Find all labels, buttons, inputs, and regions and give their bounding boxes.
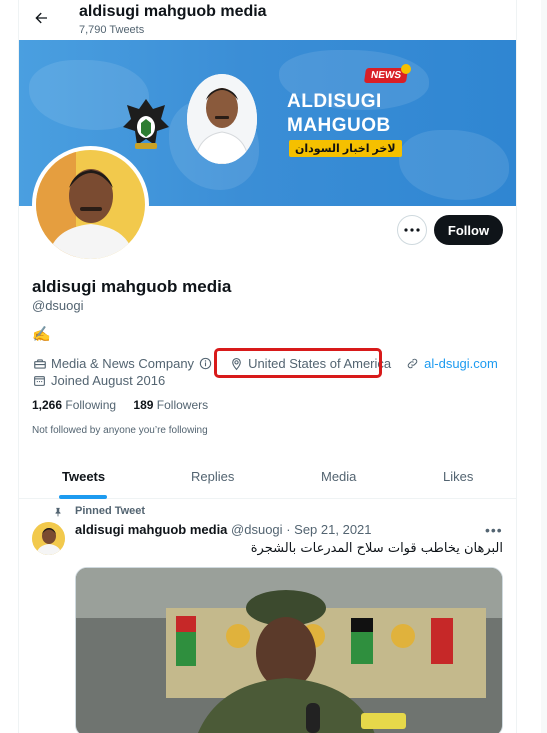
not-followed-note: Not followed by anyone you’re following <box>32 425 208 436</box>
follow-button[interactable]: Follow <box>434 215 503 245</box>
profile-bio: ✍️ <box>32 326 51 343</box>
tweet-avatar-portrait-icon <box>32 522 65 555</box>
tab-tweets[interactable]: Tweets <box>62 469 105 484</box>
news-badge-dot <box>401 64 411 74</box>
tweet-author-avatar[interactable] <box>32 522 65 555</box>
profile-handle: @dsuogi <box>32 298 84 313</box>
banner-subtitle: لاخر اخبار السودان <box>289 140 402 157</box>
location-highlight-box <box>214 348 382 378</box>
banner-title-line1: ALDISUGI <box>287 91 382 112</box>
banner-map-shape <box>399 130 509 200</box>
followers-label: Followers <box>156 398 209 412</box>
tweet-more-button[interactable]: ••• <box>485 522 503 538</box>
banner-title: ALDISUGI MAHGUOB <box>287 90 391 138</box>
profile-header-bar: aldisugi mahguob media 7,790 Tweets <box>19 0 516 40</box>
following-stat[interactable]: 1,266 Following <box>32 398 116 412</box>
banner-title-line2: MAHGUOB <box>287 115 391 136</box>
profile-display-name: aldisugi mahguob media <box>32 277 232 296</box>
profile-column: aldisugi mahguob media 7,790 Tweets ALDI… <box>18 0 516 733</box>
ellipsis-icon <box>404 228 420 232</box>
left-gutter <box>0 0 18 733</box>
more-options-button[interactable] <box>397 215 427 245</box>
person-portrait-icon <box>187 74 257 164</box>
profile-tabs: Tweets Replies Media Likes <box>19 455 516 499</box>
following-count: 1,266 <box>32 398 63 412</box>
emblem-icon <box>123 99 169 149</box>
back-button[interactable] <box>29 6 53 30</box>
followers-count: 189 <box>133 398 154 412</box>
profile-category: Media & News Company <box>51 356 195 371</box>
tab-likes[interactable]: Likes <box>443 469 473 484</box>
info-icon[interactable] <box>198 356 213 371</box>
profile-joined-row: Joined August 2016 <box>32 373 165 388</box>
tweet-media-image[interactable] <box>75 567 503 733</box>
tweet-header: aldisugi mahguob media @dsuogi · Sep 21,… <box>75 522 372 537</box>
followers-stat[interactable]: 189 Followers <box>133 398 208 412</box>
sidebar-edge <box>541 0 547 733</box>
briefcase-icon <box>32 356 47 371</box>
calendar-icon <box>32 373 47 388</box>
active-tab-indicator <box>59 495 107 499</box>
header-display-name: aldisugi mahguob media <box>79 3 267 20</box>
tweet-text: البرهان يخاطب قوات سلاح المدرعات بالشجرة <box>250 541 503 556</box>
pinned-label: Pinned Tweet <box>75 505 146 517</box>
link-icon <box>405 356 420 371</box>
pin-icon <box>55 507 61 517</box>
tab-media[interactable]: Media <box>321 469 356 484</box>
profile-website-link[interactable]: al-dsugi.com <box>424 356 498 371</box>
tab-replies[interactable]: Replies <box>191 469 234 484</box>
tweet-photo <box>76 568 502 733</box>
tweet-author-handle[interactable]: @dsuogi <box>231 522 283 537</box>
tweet-separator: · <box>286 522 291 537</box>
tweet-author-name[interactable]: aldisugi mahguob media <box>75 522 227 537</box>
tweet-date[interactable]: Sep 21, 2021 <box>294 522 371 537</box>
avatar-portrait-icon <box>36 150 145 259</box>
banner-portrait <box>187 74 257 164</box>
profile-joined-date: Joined August 2016 <box>51 373 166 388</box>
right-gutter <box>516 0 547 733</box>
follow-stats: 1,266 Following 189 Followers <box>32 398 208 412</box>
profile-avatar[interactable] <box>32 146 149 263</box>
arrow-left-icon <box>35 12 47 24</box>
following-label: Following <box>65 398 117 412</box>
header-tweet-count: 7,790 Tweets <box>79 24 145 36</box>
